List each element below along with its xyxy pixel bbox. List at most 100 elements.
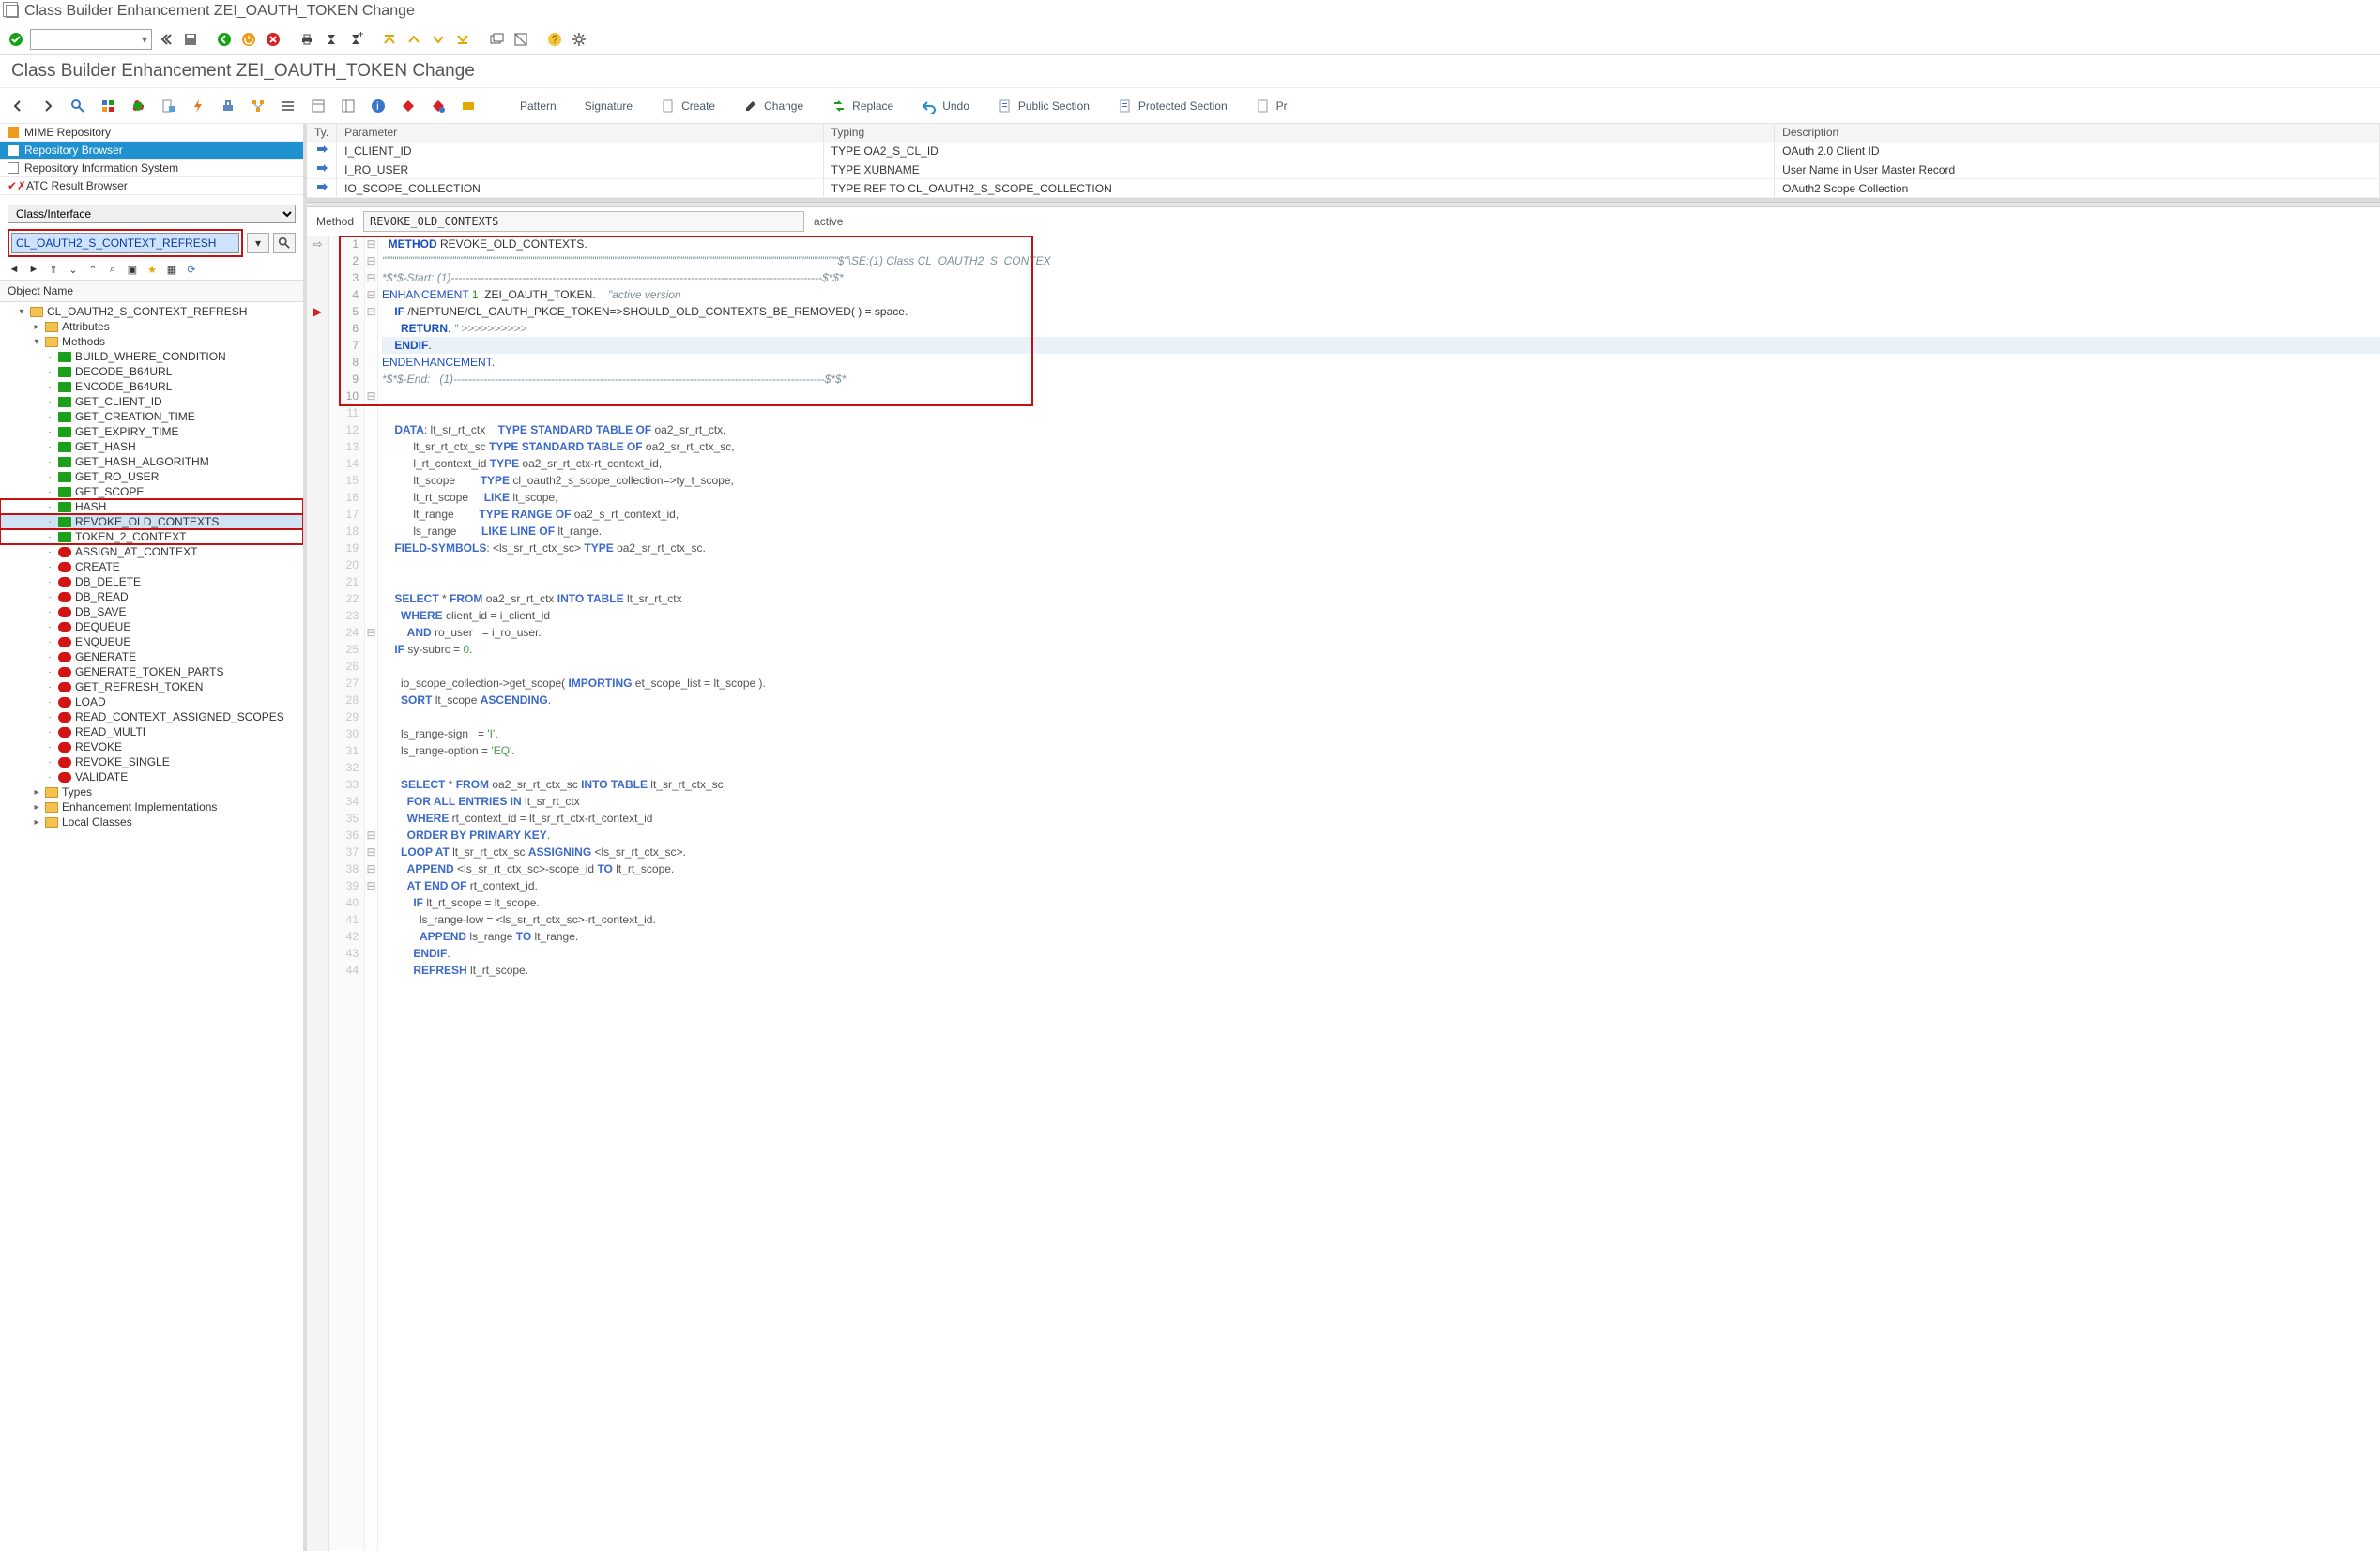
- tree-fav-icon[interactable]: ★: [144, 261, 160, 278]
- tree-method-item[interactable]: ·GET_CLIENT_ID: [0, 394, 303, 409]
- breakpoint-ext-icon[interactable]: [428, 96, 449, 116]
- tree-method-item[interactable]: ·GET_REFRESH_TOKEN: [0, 679, 303, 694]
- parameter-row[interactable]: I_CLIENT_IDTYPE OA2_S_CL_IDOAuth 2.0 Cli…: [307, 142, 2380, 160]
- test-icon[interactable]: [218, 96, 238, 116]
- other-object-icon[interactable]: [98, 96, 118, 116]
- display-nav-icon[interactable]: [308, 96, 328, 116]
- tree-method-item[interactable]: ·GET_EXPIRY_TIME: [0, 424, 303, 439]
- tree-method-item[interactable]: ·VALIDATE: [0, 769, 303, 784]
- public-section-button[interactable]: Public Section: [988, 97, 1099, 115]
- tree-method-item[interactable]: ·REVOKE: [0, 739, 303, 754]
- tree-method-item[interactable]: ·GET_RO_USER: [0, 469, 303, 484]
- mime-repository-tab[interactable]: MIME Repository: [0, 124, 303, 142]
- object-tree[interactable]: ▾CL_OAUTH2_S_CONTEXT_REFRESH ▸Attributes…: [0, 302, 303, 1551]
- tree-refresh-icon[interactable]: ⟳: [183, 261, 200, 278]
- replace-button[interactable]: Replace: [822, 97, 903, 115]
- print-icon[interactable]: [297, 29, 317, 50]
- tree-method-item[interactable]: ·ENCODE_B64URL: [0, 379, 303, 394]
- abap-editor[interactable]: ⇨▶ 1234567891011121314151617181920212223…: [307, 236, 2380, 1551]
- class-name-input[interactable]: [11, 233, 239, 253]
- tree-method-item[interactable]: ·DECODE_B64URL: [0, 364, 303, 379]
- tree-method-item[interactable]: ·GENERATE: [0, 649, 303, 664]
- change-button[interactable]: Change: [734, 97, 813, 115]
- tree-add-icon[interactable]: ▦: [163, 261, 180, 278]
- scroll-first-icon[interactable]: [379, 29, 400, 50]
- settings-icon[interactable]: [569, 29, 589, 50]
- tree-local-classes[interactable]: ▸Local Classes: [0, 814, 303, 829]
- undo-button[interactable]: Undo: [912, 97, 979, 115]
- find-next-icon[interactable]: +: [345, 29, 366, 50]
- save-icon[interactable]: [180, 29, 201, 50]
- nav-back-icon[interactable]: [8, 96, 28, 116]
- shortcut-icon[interactable]: [511, 29, 531, 50]
- tree-method-item[interactable]: ·ASSIGN_AT_CONTEXT: [0, 544, 303, 559]
- first-page-icon[interactable]: [156, 29, 176, 50]
- tree-method-item[interactable]: ·CREATE: [0, 559, 303, 574]
- tree-method-item[interactable]: ·TOKEN_2_CONTEXT: [0, 529, 303, 544]
- signature-button[interactable]: Signature: [575, 98, 642, 114]
- tree-method-item[interactable]: ·REVOKE_OLD_CONTEXTS: [0, 514, 303, 529]
- tree-methods[interactable]: ▾Methods: [0, 334, 303, 349]
- exit-icon[interactable]: [238, 29, 259, 50]
- pattern-button[interactable]: Pattern: [511, 98, 566, 114]
- scroll-last-icon[interactable]: [452, 29, 473, 50]
- display-class-button[interactable]: [273, 233, 296, 253]
- private-section-button[interactable]: Pr: [1246, 97, 1297, 115]
- tree-method-item[interactable]: ·REVOKE_SINGLE: [0, 754, 303, 769]
- tree-method-item[interactable]: ·GET_SCOPE: [0, 484, 303, 499]
- tree-types[interactable]: ▸Types: [0, 784, 303, 799]
- tree-collapse-icon[interactable]: ⌄: [65, 261, 82, 278]
- breakpoint-icon[interactable]: [398, 96, 419, 116]
- tree-method-item[interactable]: ·GET_HASH_ALGORITHM: [0, 454, 303, 469]
- tree-enhancement[interactable]: ▸Enhancement Implementations: [0, 799, 303, 814]
- tree-method-item[interactable]: ·HASH: [0, 499, 303, 514]
- fullscreen-icon[interactable]: [338, 96, 359, 116]
- display-list-icon[interactable]: [278, 96, 298, 116]
- tree-method-item[interactable]: ·BUILD_WHERE_CONDITION: [0, 349, 303, 364]
- repository-browser-tab[interactable]: Repository Browser: [0, 142, 303, 160]
- tree-method-item[interactable]: ·DB_SAVE: [0, 604, 303, 619]
- tree-method-item[interactable]: ·READ_MULTI: [0, 724, 303, 739]
- tree-expand-icon[interactable]: ⌃: [84, 261, 101, 278]
- command-field[interactable]: ▾: [30, 29, 152, 50]
- tree-method-item[interactable]: ·GET_HASH: [0, 439, 303, 454]
- check-icon[interactable]: [158, 96, 178, 116]
- repository-infosys-tab[interactable]: Repository Information System: [0, 160, 303, 177]
- class-history-dropdown[interactable]: ▾: [247, 233, 269, 253]
- tree-method-item[interactable]: ·ENQUEUE: [0, 634, 303, 649]
- object-type-select[interactable]: Class/Interface: [8, 205, 296, 223]
- scroll-up-icon[interactable]: [404, 29, 424, 50]
- find-icon[interactable]: [321, 29, 342, 50]
- tree-root[interactable]: ▾CL_OAUTH2_S_CONTEXT_REFRESH: [0, 304, 303, 319]
- macro-icon[interactable]: [458, 96, 479, 116]
- nav-forward-icon[interactable]: [38, 96, 58, 116]
- tree-method-item[interactable]: ·READ_CONTEXT_ASSIGNED_SCOPES: [0, 709, 303, 724]
- parameter-row[interactable]: IO_SCOPE_COLLECTIONTYPE REF TO CL_OAUTH2…: [307, 179, 2380, 198]
- ok-icon[interactable]: [6, 29, 26, 50]
- scroll-down-icon[interactable]: [428, 29, 449, 50]
- cancel-icon[interactable]: [263, 29, 283, 50]
- help-icon[interactable]: ?: [544, 29, 565, 50]
- display-object-icon[interactable]: [68, 96, 88, 116]
- tree-method-item[interactable]: ·LOAD: [0, 694, 303, 709]
- new-session-icon[interactable]: [486, 29, 507, 50]
- create-button[interactable]: Create: [651, 97, 725, 115]
- tree-up-icon[interactable]: ⇑: [45, 261, 62, 278]
- tree-method-item[interactable]: ·DB_DELETE: [0, 574, 303, 589]
- back-icon[interactable]: [214, 29, 235, 50]
- enhance-icon[interactable]: [128, 96, 148, 116]
- tree-back-icon[interactable]: ◄: [6, 261, 23, 278]
- where-used-icon[interactable]: [248, 96, 268, 116]
- activate-icon[interactable]: [188, 96, 208, 116]
- help-info-icon[interactable]: i: [368, 96, 389, 116]
- protected-section-button[interactable]: Protected Section: [1108, 97, 1237, 115]
- tree-method-item[interactable]: ·DB_READ: [0, 589, 303, 604]
- tree-fwd-icon[interactable]: ►: [25, 261, 42, 278]
- atc-result-tab[interactable]: ✔✗ATC Result Browser: [0, 177, 303, 195]
- tree-method-item[interactable]: ·GENERATE_TOKEN_PARTS: [0, 664, 303, 679]
- tree-display-icon[interactable]: ▣: [124, 261, 141, 278]
- tree-method-item[interactable]: ·GET_CREATION_TIME: [0, 409, 303, 424]
- tree-attributes[interactable]: ▸Attributes: [0, 319, 303, 334]
- tree-find-icon[interactable]: ⌕: [104, 261, 121, 278]
- tree-method-item[interactable]: ·DEQUEUE: [0, 619, 303, 634]
